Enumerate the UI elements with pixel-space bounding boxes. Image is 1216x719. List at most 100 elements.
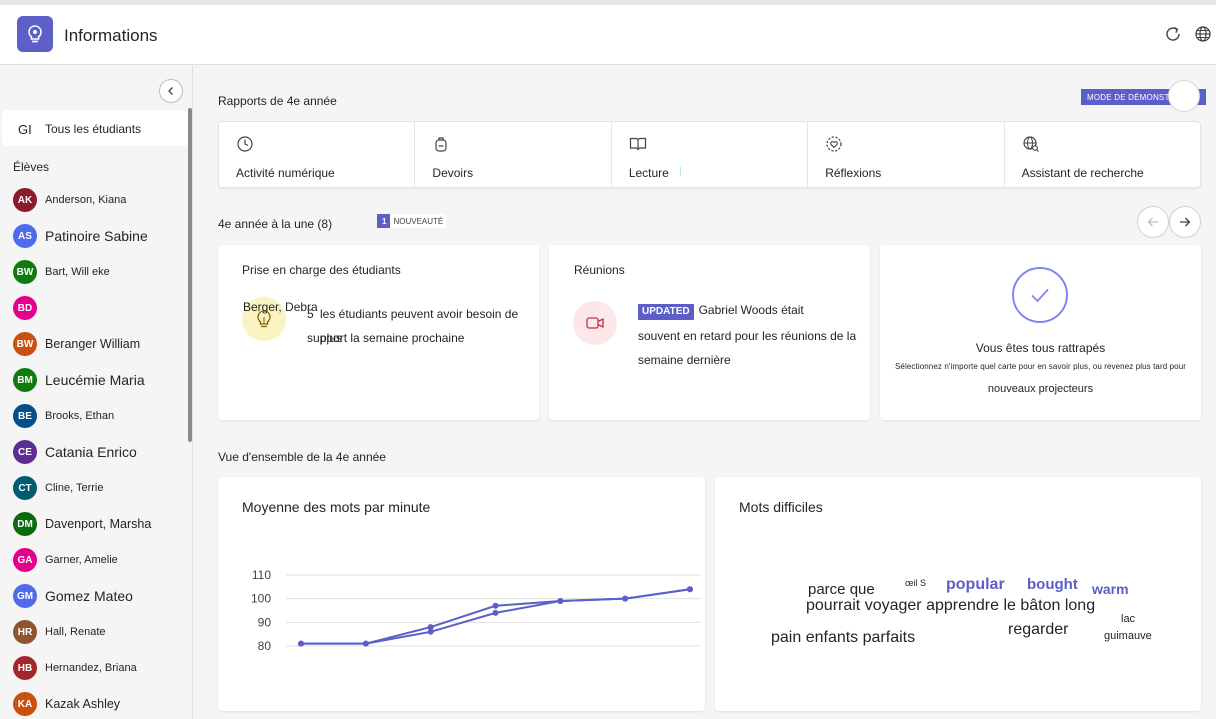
report-lecture[interactable]: Lecture [612,122,809,187]
data-point[interactable] [362,640,369,647]
globe-search-icon [1023,136,1039,152]
avatar: BW [13,260,37,284]
avatar: BM [13,368,37,392]
collapse-sidebar-button[interactable] [159,79,183,103]
arrow-right-icon [1180,217,1191,227]
student-name: Brooks, Ethan [45,410,115,422]
avatar: AS [13,224,37,248]
new-label: NOUVEAUTÉ [390,214,447,228]
student-item[interactable]: GA Garner, Amelie [13,547,183,573]
student-support-card[interactable]: Prise en charge des étudiants Berger, De… [218,245,539,420]
student-item[interactable]: KA Kazak Ashley [13,691,183,717]
student-name: Cline, Terrie [45,482,104,494]
data-point[interactable] [492,602,499,609]
data-point[interactable] [427,628,434,635]
spotlight-title: 4e année à la une (8) [218,217,333,231]
checkmark-icon [1012,267,1068,323]
divider-mark [679,167,681,176]
student-item[interactable]: GM Gomez Mateo [13,583,183,609]
refresh-icon[interactable] [1163,24,1183,44]
student-item[interactable]: HB Hernandez, Briana [13,655,183,681]
card-title: Prise en charge des étudiants [242,263,401,277]
wpm-card[interactable]: Moyenne des mots par minute 80 90 100 110 [218,477,705,711]
report-label: Lecture [628,166,669,180]
demo-mode-button[interactable] [1168,80,1200,112]
data-point[interactable] [622,595,629,602]
student-name: Hall, Renate [45,626,106,638]
student-item[interactable]: BD [13,295,183,321]
data-point[interactable] [298,640,304,647]
student-name: Bart, Will eke [45,266,110,278]
avatar: BD [13,296,37,320]
report-activite-numerique[interactable]: Activité numérique [219,122,416,187]
caught-up-title: Vous êtes tous rattrapés [975,341,1106,355]
report-devoirs[interactable]: Devoirs [415,122,612,187]
chevron-left-icon [168,87,173,95]
student-item[interactable]: BM Leucémie Maria [13,367,183,393]
y-tick-label: 110 [252,568,271,582]
student-item[interactable]: CE Catania Enrico [13,439,183,465]
student-item[interactable]: BW Beranger William [13,331,183,357]
avatar: GA [13,548,37,572]
globe-icon[interactable] [1193,24,1213,44]
sidebar-scrollbar[interactable] [188,108,192,442]
student-item[interactable]: HR Hall, Renate [13,619,183,645]
heart-icon [826,136,842,152]
difficult-words-card[interactable]: Mots difficiles parce que œil S popular bou… [715,477,1201,711]
avatar: DM [13,512,37,536]
support-text-line2: support la semaine prochaine [307,331,465,345]
report-label: Devoirs [432,166,474,180]
student-name: Hernandez, Briana [45,662,137,674]
avatar: HB [13,656,37,680]
data-point[interactable] [492,609,499,616]
app-title: Informations [64,26,158,45]
report-assistant-recherche[interactable]: Assistant de recherche [1005,122,1200,187]
student-item[interactable]: BE Brooks, Ethan [13,403,183,429]
meetings-text: Gabriel Woods était [698,303,804,317]
reports-bar: Activité numérique Devoirs Lecture Réfle… [218,121,1201,188]
clock-icon [237,136,253,152]
students-section-label: Élèves [13,160,50,174]
student-name: Garner, Amelie [45,554,118,566]
avatar: HR [13,620,37,644]
data-point[interactable] [557,598,564,605]
new-badge: 1 NOUVEAUTÉ [377,214,447,228]
difficult-word: regarder [1008,621,1069,638]
all-students-item[interactable]: GI Tous les étudiants [2,110,188,146]
support-count: 5 [307,307,314,321]
previous-button[interactable] [1137,206,1169,238]
difficult-word: popular [946,576,1005,593]
student-name: Beranger William [45,337,141,351]
student-item[interactable]: BW Bart, Will eke [13,259,183,285]
caught-up-sub1: Sélectionnez n'importe quel carte pour e… [894,362,1187,371]
card-title: Réunions [574,263,625,277]
student-name: Kazak Ashley [45,697,121,711]
meetings-card[interactable]: Réunions UPDATED Gabriel Woods était souv… [549,245,870,420]
difficult-word: pain enfants parfaits [771,629,916,646]
avatar: CE [13,440,37,464]
difficult-word: œil S [905,578,926,588]
reports-title: Rapports de 4e année [218,94,337,108]
difficult-word: lac [1121,613,1136,625]
report-reflexions[interactable]: Réflexions [808,122,1005,187]
series-line [301,588,691,645]
student-name: Anderson, Kiana [45,194,127,206]
student-item[interactable]: AS Patinoire Sabine [13,223,183,249]
avatar: BW [13,332,37,356]
group-initials: GI [18,122,32,137]
difficult-title: Mots difficiles [739,499,823,515]
student-item[interactable]: CT Cline, Terrie [13,475,183,501]
student-item[interactable]: AK Anderson, Kiana [13,187,183,213]
difficult-word: parce que [808,581,875,598]
report-label: Activité numérique [236,166,335,180]
avatar: AK [13,188,37,212]
meetings-text-line1: UPDATED Gabriel Woods était [638,298,804,322]
updated-badge: UPDATED [638,304,694,320]
y-tick-label: 90 [258,615,272,629]
data-point[interactable] [687,586,693,593]
student-item[interactable]: DM Davenport, Marsha [13,511,183,537]
book-icon [629,137,646,151]
caught-up-card: Vous êtes tous rattrapés Sélectionnez n'… [880,245,1201,420]
next-button[interactable] [1169,206,1201,238]
report-label: Réflexions [825,166,882,180]
